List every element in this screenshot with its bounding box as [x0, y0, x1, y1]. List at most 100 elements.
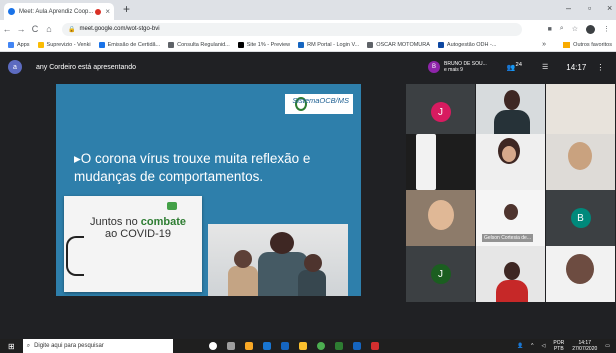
participant-tile[interactable] — [546, 84, 615, 140]
ocb-logo-text: SistemaOCB/MS — [292, 96, 349, 105]
zoom-icon[interactable]: ⌕ — [560, 25, 564, 33]
maximize-button[interactable]: ▫ — [588, 3, 591, 13]
search-placeholder: Digite aqui para pesquisar — [34, 343, 104, 349]
bookmark-label: Consulta Regulanid... — [177, 41, 230, 48]
taskbar-clock[interactable]: 14:17 27/07/2020 — [572, 340, 597, 352]
task-view-icon[interactable] — [226, 342, 235, 350]
bookmark-item[interactable]: Consulta Regulanid... — [168, 41, 230, 48]
participant-tile[interactable] — [406, 134, 475, 190]
notifications-icon[interactable]: ▭ — [605, 343, 610, 349]
bookmark-icon — [98, 41, 105, 48]
bookmark-label: Suprevizio - Venki — [46, 41, 91, 48]
bookmark-item[interactable]: Suprevizio - Venki — [37, 41, 91, 48]
participant-video — [504, 204, 518, 220]
header-participant-avatar: B — [428, 61, 440, 73]
new-tab-button[interactable]: + — [123, 2, 130, 16]
star-icon[interactable]: ☆ — [572, 25, 578, 33]
photo-person — [228, 266, 258, 296]
bookmark-label: OSCAR MOTOMURA — [376, 41, 430, 48]
close-window-button[interactable]: × — [607, 3, 612, 13]
acrobat-icon[interactable] — [370, 342, 379, 350]
covid-line-1: Juntos no — [89, 216, 141, 228]
ocb-logo: SistemaOCB/MS — [285, 94, 353, 114]
bookmarks-overflow-button[interactable]: » — [542, 41, 546, 48]
participant-tile[interactable] — [546, 134, 615, 190]
participant-tile[interactable]: J — [406, 84, 475, 140]
taskbar-search-input[interactable]: ⌕ Digite aqui para pesquisar — [22, 339, 173, 353]
bookmark-label: Emissão de Certidã... — [107, 41, 161, 48]
chevron-up-icon[interactable]: ^ — [531, 343, 533, 349]
participant-video — [416, 134, 436, 190]
folder-icon[interactable] — [298, 342, 307, 350]
presenting-status: any Cordeiro está apresentando — [36, 63, 137, 71]
other-bookmarks-folder[interactable]: Outros favoritos — [563, 41, 612, 48]
participant-tile[interactable] — [476, 84, 545, 140]
bookmark-apps[interactable]: Apps — [8, 41, 30, 48]
participant-tile[interactable] — [476, 134, 545, 190]
volume-icon[interactable]: ◁ — [542, 343, 546, 349]
chrome-icon[interactable] — [316, 342, 325, 350]
photo-person-head — [270, 232, 294, 254]
covid-line-2: ao COVID-19 — [104, 228, 172, 240]
search-icon: ⌕ — [26, 342, 31, 349]
header-participant-names: BRUNO DE SOU... e mais 9 — [444, 61, 487, 73]
photo-person — [298, 270, 326, 296]
participant-tile[interactable] — [476, 246, 545, 302]
participant-tile[interactable]: J — [406, 246, 475, 302]
presentation-header: a any Cordeiro está apresentando — [0, 52, 406, 82]
bookmark-item[interactable]: OSCAR MOTOMURA — [367, 41, 430, 48]
windows-start-icon[interactable]: ⊞ — [8, 342, 15, 351]
bookmark-label: Site 1% - Preview — [246, 41, 291, 48]
chat-button[interactable]: ☰ — [542, 63, 548, 71]
lock-icon: 🔒 — [68, 26, 76, 33]
bookmark-item[interactable]: RM Portal - Login V... — [298, 41, 360, 48]
apps-grid-icon — [8, 41, 14, 48]
file-explorer-icon[interactable] — [244, 342, 253, 350]
meeting-time: 14:17 — [566, 62, 587, 72]
bookmark-icon — [298, 41, 305, 48]
bookmark-icon — [437, 41, 444, 48]
bookmark-item[interactable]: Site 1% - Preview — [237, 41, 291, 48]
participant-tile[interactable]: Gelson Cortesia de... — [476, 190, 545, 246]
home-icon[interactable]: ⌂ — [42, 24, 56, 34]
covid-campaign-text: Juntos no combate ao COVID-19 — [84, 216, 192, 240]
bookmark-label: RM Portal - Login V... — [307, 41, 360, 48]
bookmark-item[interactable]: Emissão de Certidã... — [98, 41, 161, 48]
bookmarks-bar: Apps Suprevizio - Venki Emissão de Certi… — [0, 38, 616, 52]
bookmark-icon — [237, 41, 244, 48]
menu-icon[interactable]: ⋮ — [603, 25, 610, 33]
url-text: meet.google.com/wot-stgo-bvi — [79, 26, 160, 32]
url-input[interactable]: 🔒 meet.google.com/wot-stgo-bvi — [62, 22, 522, 36]
header-name-2: e mais 9 — [444, 67, 463, 73]
word-icon[interactable] — [352, 342, 361, 350]
participant-video — [566, 254, 594, 284]
store-icon[interactable] — [280, 342, 289, 350]
participant-tile[interactable]: B — [546, 190, 615, 246]
bookmark-label: Autogestão ODH -... — [446, 41, 497, 48]
people-tray-icon[interactable]: 👤 — [517, 343, 523, 349]
reload-icon[interactable]: C — [28, 24, 42, 34]
photo-person-head — [304, 254, 322, 272]
minimize-button[interactable]: – — [566, 3, 571, 13]
chat-bubble-icon — [167, 202, 177, 210]
bookmark-item[interactable]: Autogestão ODH -... — [437, 41, 497, 48]
profile-avatar[interactable] — [586, 24, 595, 34]
participant-avatar: J — [430, 264, 451, 284]
language-indicator[interactable]: POR PTB — [553, 340, 564, 352]
excel-icon[interactable] — [334, 342, 343, 350]
browser-tab[interactable]: Meet: Aula Aprendiz Coop... × — [4, 3, 114, 20]
people-button[interactable]: 👥24 — [507, 62, 522, 71]
bookmark-icon — [367, 41, 374, 48]
lang-secondary: PTB — [553, 346, 564, 352]
participant-tile[interactable] — [546, 246, 615, 302]
bookmark-label: Apps — [17, 41, 30, 48]
edge-icon[interactable] — [262, 342, 271, 350]
more-options-icon[interactable]: ⋮ — [596, 63, 604, 72]
presenter-avatar: a — [8, 60, 22, 74]
camera-icon[interactable]: ■ — [548, 26, 552, 33]
tab-close-button[interactable]: × — [105, 7, 110, 16]
forward-icon[interactable]: → — [14, 24, 28, 34]
back-icon[interactable]: ← — [0, 24, 14, 34]
cortana-icon[interactable] — [208, 342, 217, 350]
participant-tile[interactable] — [406, 190, 475, 246]
